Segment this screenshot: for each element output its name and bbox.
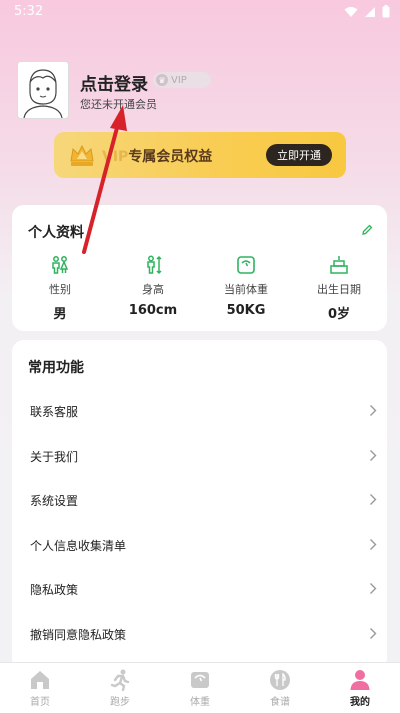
- tab-mine[interactable]: 我的: [320, 669, 400, 708]
- gender-icon: [52, 256, 69, 274]
- stat-height[interactable]: 身高 160cm: [113, 255, 193, 318]
- battery-icon: [382, 5, 390, 18]
- vip-banner-vip-word: VIP: [102, 149, 129, 165]
- profile-title: 个人资料: [28, 225, 84, 241]
- menu-item-label: 关于我们: [30, 450, 79, 464]
- menu-item-label: 联系客服: [30, 405, 79, 419]
- stat-label: 性别: [49, 283, 71, 296]
- status-bar: 5:32: [0, 0, 400, 24]
- stat-label: 身高: [142, 283, 164, 296]
- avatar-illustration: [18, 62, 68, 118]
- stat-value: 0岁: [327, 307, 351, 322]
- utensils-icon: [270, 670, 290, 690]
- stat-value: 160cm: [128, 303, 178, 318]
- membership-status: 您还未开通会员: [80, 98, 157, 111]
- stat-weight[interactable]: 当前体重 50KG: [206, 255, 286, 318]
- cake-icon: [330, 256, 348, 274]
- height-icon: [147, 255, 162, 275]
- stat-value: 男: [53, 307, 67, 322]
- home-icon: [31, 671, 49, 689]
- menu-item-label: 隐私政策: [30, 583, 79, 597]
- tab-recipes[interactable]: 食谱: [240, 669, 320, 708]
- chevron-right-icon: [370, 628, 377, 639]
- stat-label: 当前体重: [224, 283, 268, 296]
- crown-icon: ♛: [156, 74, 168, 86]
- menu-item-privacy-policy[interactable]: 隐私政策: [12, 569, 387, 609]
- vip-banner[interactable]: VIP专属会员权益 立即开通: [54, 132, 346, 178]
- stat-label: 出生日期: [317, 283, 361, 296]
- chevron-right-icon: [370, 583, 377, 594]
- menu-item-label: 系统设置: [30, 494, 79, 508]
- stat-gender[interactable]: 性别 男: [20, 255, 100, 322]
- functions-card: 常用功能 联系客服 关于我们 系统设置 个人信息收集清单 隐私政策 撤销同意隐私…: [12, 340, 387, 670]
- menu-item-about-us[interactable]: 关于我们: [12, 436, 387, 476]
- profile-card: 个人资料 性别 男 身高 160cm 当前体重 50KG 出生日期 0岁: [12, 205, 387, 331]
- bottom-tab-bar: 首页 跑步 体重 食谱 我的: [0, 662, 400, 713]
- signal-icon: [365, 6, 375, 17]
- vip-banner-title-text: 专属会员权益: [128, 149, 213, 165]
- tab-label: 首页: [30, 697, 50, 708]
- person-icon: [350, 670, 370, 690]
- tab-home[interactable]: 首页: [0, 669, 80, 708]
- chevron-right-icon: [370, 450, 377, 461]
- tab-weight[interactable]: 体重: [160, 669, 240, 708]
- chevron-right-icon: [370, 539, 377, 550]
- vip-banner-title: VIP专属会员权益: [102, 146, 212, 166]
- login-button[interactable]: 点击登录: [80, 70, 148, 95]
- tab-label: 食谱: [270, 697, 290, 708]
- scale-icon: [191, 672, 209, 688]
- scale-icon: [237, 256, 255, 274]
- stat-birthday[interactable]: 出生日期 0岁: [299, 255, 379, 322]
- tab-label: 我的: [350, 697, 370, 708]
- chevron-right-icon: [370, 494, 377, 505]
- tab-running[interactable]: 跑步: [80, 669, 160, 708]
- menu-item-label: 个人信息收集清单: [30, 539, 127, 553]
- vip-badge-label: VIP: [171, 74, 187, 86]
- open-vip-button[interactable]: 立即开通: [266, 144, 332, 166]
- tab-label: 跑步: [110, 697, 130, 708]
- running-icon: [110, 669, 130, 691]
- functions-title: 常用功能: [28, 360, 84, 376]
- chevron-right-icon: [370, 405, 377, 416]
- vip-crown-icon: [70, 144, 94, 166]
- avatar[interactable]: [17, 61, 69, 119]
- menu-item-settings[interactable]: 系统设置: [12, 480, 387, 520]
- vip-badge: ♛ VIP: [153, 72, 211, 88]
- menu-item-revoke-privacy[interactable]: 撤销同意隐私政策: [12, 614, 387, 654]
- menu-item-personal-info-list[interactable]: 个人信息收集清单: [12, 525, 387, 565]
- stat-value: 50KG: [226, 303, 266, 318]
- tab-label: 体重: [190, 697, 210, 708]
- status-icons: [344, 5, 390, 18]
- menu-item-contact-support[interactable]: 联系客服: [12, 391, 387, 431]
- edit-icon[interactable]: [361, 224, 373, 236]
- wifi-icon: [344, 6, 358, 17]
- status-time: 5:32: [14, 4, 44, 19]
- menu-item-label: 撤销同意隐私政策: [30, 628, 127, 642]
